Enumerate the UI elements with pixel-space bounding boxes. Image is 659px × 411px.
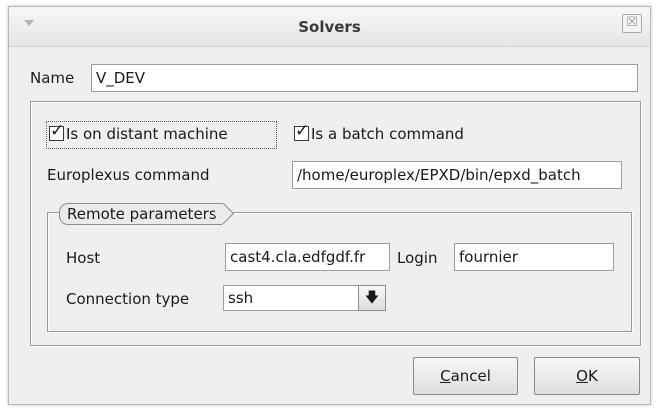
distant-machine-label[interactable]: Is on distant machine bbox=[66, 125, 228, 143]
remote-parameters-title: Remote parameters bbox=[59, 203, 224, 225]
solvers-dialog: Solvers ☒ Name V_DEV ✓ Is on distant mac… bbox=[8, 6, 651, 405]
remote-parameters-group bbox=[47, 212, 632, 332]
command-value: /home/europlex/EPXD/bin/epxd_batch bbox=[297, 166, 581, 184]
name-input[interactable]: V_DEV bbox=[91, 64, 638, 92]
cancel-button-label: Cancel bbox=[440, 367, 491, 385]
arrow-down-icon[interactable]: 🡇 bbox=[358, 285, 386, 311]
connection-type-select[interactable]: ssh bbox=[223, 285, 359, 311]
cancel-button[interactable]: Cancel bbox=[413, 357, 518, 395]
batch-command-label[interactable]: Is a batch command bbox=[311, 125, 464, 143]
close-icon[interactable]: ☒ bbox=[622, 14, 642, 33]
connection-type-label: Connection type bbox=[66, 290, 190, 308]
check-icon: ✓ bbox=[295, 121, 310, 141]
check-icon: ✓ bbox=[50, 121, 65, 141]
host-value: cast4.cla.edfgdf.fr bbox=[230, 248, 366, 266]
title-bar[interactable]: Solvers ☒ bbox=[9, 7, 650, 47]
command-input[interactable]: /home/europlex/EPXD/bin/epxd_batch bbox=[292, 161, 622, 189]
ok-button-label: OK bbox=[576, 367, 598, 385]
ok-button[interactable]: OK bbox=[534, 357, 640, 395]
login-input[interactable]: fournier bbox=[454, 243, 614, 271]
login-label: Login bbox=[397, 249, 438, 267]
name-label: Name bbox=[30, 69, 75, 87]
host-input[interactable]: cast4.cla.edfgdf.fr bbox=[225, 243, 390, 271]
command-label: Europlexus command bbox=[47, 166, 210, 184]
host-label: Host bbox=[66, 249, 101, 267]
dialog-title: Solvers bbox=[298, 18, 361, 36]
distant-machine-checkbox[interactable]: ✓ bbox=[49, 121, 64, 141]
batch-command-checkbox[interactable]: ✓ bbox=[294, 121, 309, 141]
